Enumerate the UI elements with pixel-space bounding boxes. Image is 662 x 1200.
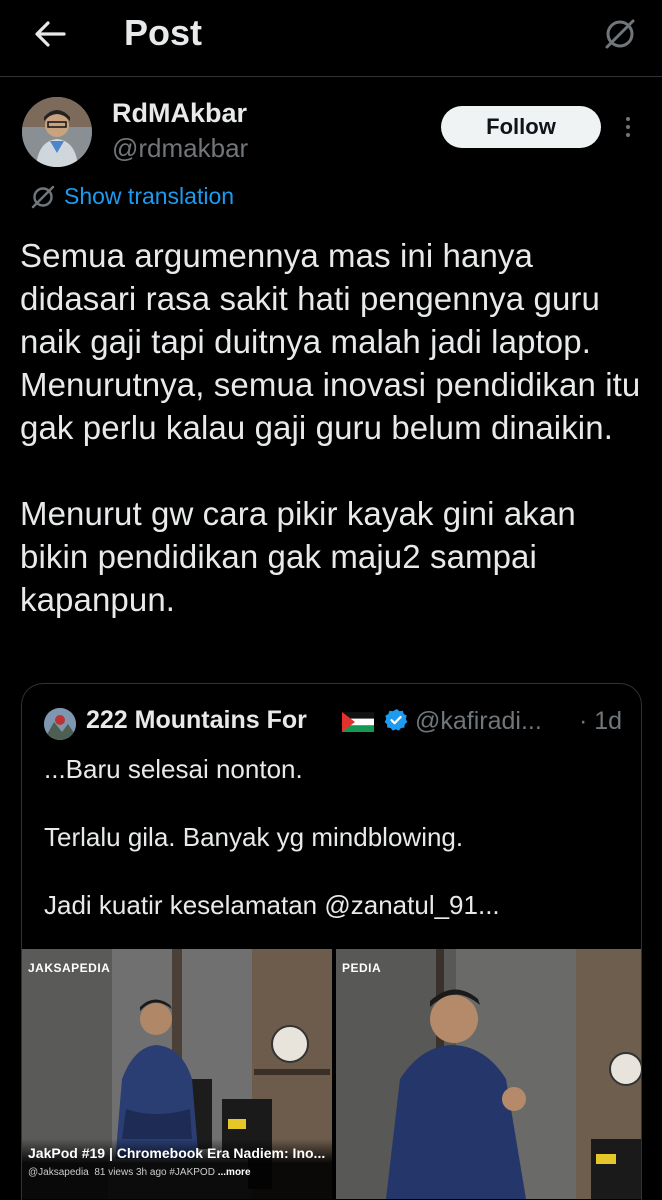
- quoted-post-time: · 1d: [579, 707, 622, 736]
- more-dot-icon: [626, 125, 630, 129]
- show-translation-label: Show translation: [64, 183, 235, 209]
- verified-badge-icon[interactable]: [384, 708, 408, 732]
- quoted-post-card[interactable]: 222 Mountains For @kafiradi... · 1d ...B…: [21, 683, 642, 1200]
- grok-icon: [605, 19, 635, 49]
- video-frame-image: [336, 949, 641, 1199]
- video-stats: 81 views 3h ago #JAKPOD: [94, 1167, 215, 1178]
- quoted-post-text: ...Baru selesai nonton. Terlalu gila. Ba…: [44, 754, 500, 920]
- time-separator: ·: [579, 707, 588, 735]
- palestine-flag-icon: [342, 712, 374, 732]
- more-dot-icon: [626, 133, 630, 137]
- post-body-text: Semua argumennya mas ini hanya didasari …: [20, 237, 641, 618]
- video-channel-logo: JAKSAPEDIA: [28, 961, 111, 975]
- author-name[interactable]: RdMAkbar: [112, 98, 247, 129]
- video-thumbnail-2[interactable]: PEDIA: [336, 949, 641, 1199]
- author-avatar[interactable]: [22, 97, 92, 167]
- quoted-media-grid: JAKSAPEDIA JakPod #19 | Chromebook Era N…: [22, 949, 641, 1199]
- video-meta: @Jaksapedia 81 views 3h ago #JAKPOD ...m…: [28, 1167, 251, 1178]
- video-thumbnail[interactable]: JAKSAPEDIA JakPod #19 | Chromebook Era N…: [22, 949, 332, 1199]
- author-handle[interactable]: @rdmakbar: [112, 133, 248, 164]
- video-caption-overlay: JakPod #19 | Chromebook Era Nadiem: Ino.…: [22, 1139, 332, 1199]
- video-more-link[interactable]: ...more: [218, 1167, 251, 1178]
- back-button[interactable]: [28, 12, 72, 56]
- video-title: JakPod #19 | Chromebook Era Nadiem: Ino.…: [28, 1145, 326, 1161]
- follow-button[interactable]: Follow: [441, 106, 601, 148]
- video-channel-logo: PEDIA: [342, 961, 382, 975]
- top-bar: Post: [0, 0, 662, 77]
- video-channel: @Jaksapedia: [28, 1167, 89, 1178]
- page-title: Post: [124, 12, 203, 53]
- quoted-author-name[interactable]: 222 Mountains For: [86, 706, 307, 735]
- translate-globe-icon: [31, 185, 55, 208]
- back-arrow-icon: [35, 21, 66, 47]
- grok-button[interactable]: [598, 12, 642, 56]
- more-dot-icon: [626, 117, 630, 121]
- quoted-author-avatar[interactable]: [44, 708, 76, 740]
- time-value: 1d: [594, 707, 623, 735]
- quoted-author-handle[interactable]: @kafiradi...: [415, 707, 542, 736]
- more-options-button[interactable]: [616, 112, 640, 142]
- show-translation-link[interactable]: Show translation: [30, 183, 234, 210]
